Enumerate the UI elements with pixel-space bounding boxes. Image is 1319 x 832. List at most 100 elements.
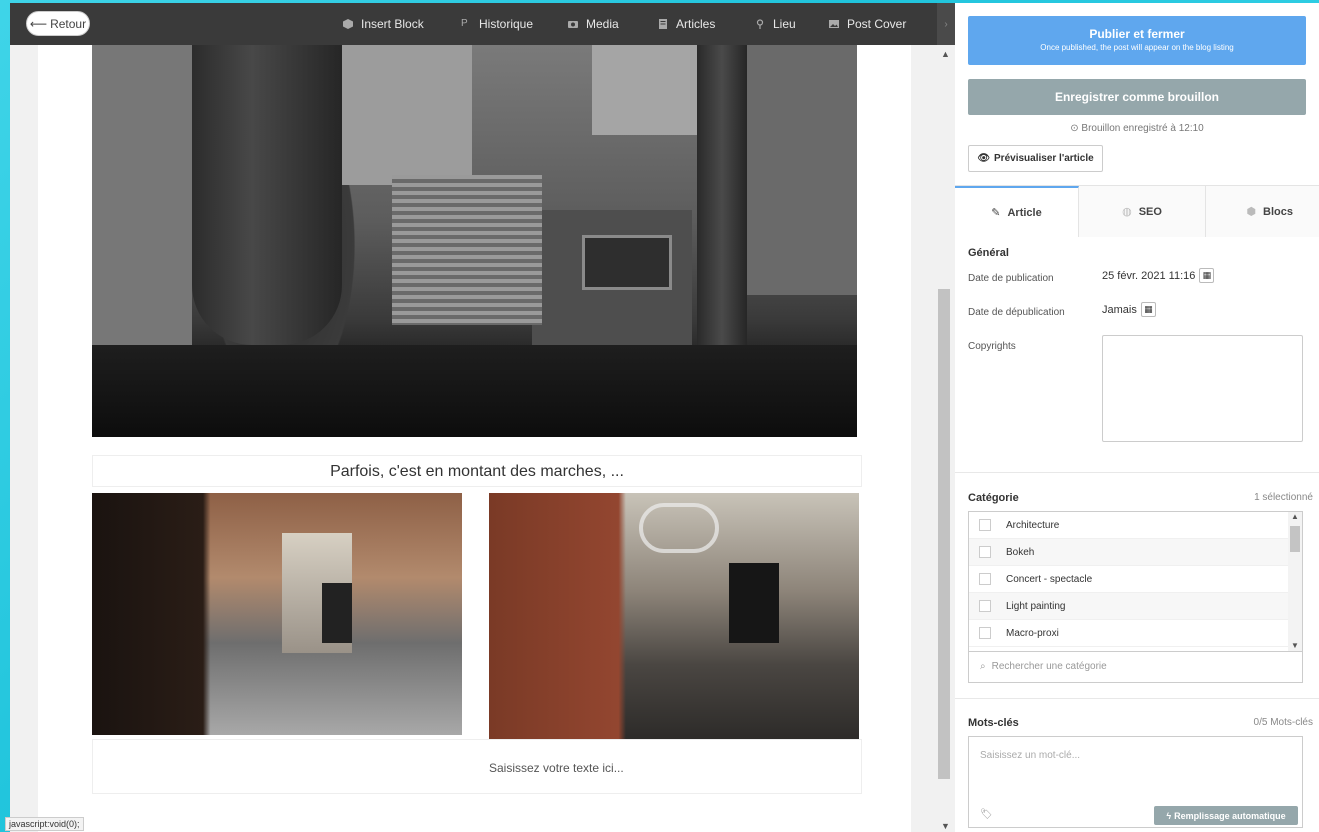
autofill-button[interactable]: ϟ Remplissage automatique: [1154, 806, 1298, 825]
category-item[interactable]: Macro-proxi: [969, 620, 1302, 647]
cube-icon: ⬢: [1246, 206, 1257, 218]
tab-seo-label: SEO: [1138, 205, 1162, 218]
eye-icon: 👁: [977, 153, 991, 164]
save-draft-button[interactable]: Enregistrer comme brouillon: [968, 79, 1306, 115]
category-item-label: Bokeh: [1006, 546, 1035, 558]
back-button[interactable]: ⟵ Retour: [26, 11, 90, 36]
arrow-left-icon: ⟵: [29, 16, 48, 31]
publish-button-subtext: Once published, the post will appear on …: [1040, 43, 1234, 52]
checkbox[interactable]: [979, 600, 991, 612]
divider: [955, 698, 1319, 699]
divider: [955, 472, 1319, 473]
tab-blocs[interactable]: ⬢ Blocs: [1206, 186, 1319, 237]
category-item[interactable]: Bokeh: [969, 539, 1302, 566]
preview-button-label: Prévisualiser l'article: [994, 153, 1094, 164]
toolbar-post-cover[interactable]: Post Cover: [829, 16, 906, 32]
checkbox[interactable]: [979, 573, 991, 585]
toolbar-media[interactable]: Media: [568, 16, 619, 32]
category-item[interactable]: Concert - spectacle: [969, 566, 1302, 593]
category-scrollbar[interactable]: ▲ ▼: [1288, 512, 1302, 651]
pencil-icon: ✎: [991, 207, 1001, 219]
publication-date-value: 25 févr. 2021 11:16: [1102, 269, 1196, 282]
unpublish-date-value: Jamais: [1102, 303, 1137, 316]
checkbox[interactable]: [979, 627, 991, 639]
globe-icon: ◍: [1122, 206, 1132, 218]
category-item-label: Macro-proxi: [1006, 627, 1059, 639]
pin-icon: [756, 19, 764, 29]
unpublish-date-field[interactable]: Jamais ▦: [1102, 302, 1156, 317]
category-item-label: Concert - spectacle: [1006, 573, 1093, 585]
search-icon: ⌕: [980, 661, 986, 672]
toolbar-chevron-right-icon[interactable]: ›: [937, 3, 955, 45]
category-item-label: Architecture: [1006, 519, 1060, 531]
camera-icon: [568, 21, 578, 28]
text-block: [92, 739, 862, 794]
toolbar-lieu[interactable]: Lieu: [755, 16, 796, 32]
section-keywords-title: Mots-clés: [968, 717, 1019, 729]
calendar-icon[interactable]: ▦: [1199, 268, 1215, 283]
scroll-thumb[interactable]: [1290, 526, 1300, 552]
draft-status: ⊙ Brouillon enregistré à 12:10: [955, 123, 1319, 134]
publication-date-field[interactable]: 25 févr. 2021 11:16 ▦: [1102, 268, 1215, 283]
main-photo[interactable]: [92, 45, 857, 437]
back-button-label: Retour: [50, 16, 87, 31]
keywords-count: 0/5 Mots-clés: [1253, 717, 1313, 728]
document-icon: [659, 19, 667, 29]
copyrights-textarea[interactable]: [1102, 335, 1303, 442]
category-selected-count: 1 sélectionné: [1254, 492, 1313, 503]
clock-icon: ⊙: [1070, 123, 1079, 134]
status-bar-url: javascript:void(0);: [5, 817, 84, 831]
post-canvas: Parfois, c'est en montant des marches, .…: [38, 45, 911, 832]
unpublish-date-label: Date de dépublication: [968, 307, 1065, 318]
publication-date-label: Date de publication: [968, 273, 1054, 284]
toolbar-historique[interactable]: P Historique: [461, 16, 533, 32]
scroll-thumb[interactable]: [938, 289, 950, 779]
section-general-title: Général: [968, 247, 1009, 259]
preview-article-button[interactable]: 👁 Prévisualiser l'article: [968, 145, 1103, 172]
toolbar-post-cover-label: Post Cover: [847, 17, 907, 31]
category-search-placeholder: Rechercher une catégorie: [991, 661, 1107, 672]
cube-icon: [343, 19, 353, 29]
toolbar-articles-label: Articles: [676, 17, 716, 31]
keywords-field[interactable]: Saisissez un mot-clé... 🏷 ϟ Remplissage …: [968, 736, 1303, 828]
editor-area: ⟵ Retour Insert Block P Historique Media…: [10, 3, 955, 832]
image-icon: [829, 20, 839, 28]
scroll-down-icon[interactable]: ▼: [941, 821, 950, 831]
editor-toolbar: ⟵ Retour Insert Block P Historique Media…: [10, 3, 955, 45]
keywords-placeholder: Saisissez un mot-clé...: [980, 750, 1081, 761]
publish-button-label: Publier et fermer: [1089, 27, 1185, 41]
right-alley-photo[interactable]: [489, 493, 859, 739]
category-item[interactable]: Light painting: [969, 593, 1302, 620]
scroll-up-icon[interactable]: ▲: [1288, 512, 1302, 521]
category-list: Architecture Bokeh Concert - spectacle L…: [968, 511, 1303, 652]
publish-close-button[interactable]: Publier et fermer Once published, the po…: [968, 16, 1306, 65]
toolbar-media-label: Media: [586, 17, 619, 31]
toolbar-articles[interactable]: Articles: [658, 16, 715, 32]
category-item[interactable]: Architecture: [969, 512, 1302, 539]
scroll-up-icon[interactable]: ▲: [941, 49, 950, 59]
tab-article[interactable]: ✎ Article: [955, 186, 1079, 237]
tag-icon: 🏷: [980, 809, 993, 820]
category-search-input[interactable]: ⌕ Rechercher une catégorie: [968, 651, 1303, 683]
settings-panel: Publier et fermer Once published, the po…: [955, 3, 1319, 832]
image-text-input[interactable]: Saisissez votre texte ici...: [489, 761, 624, 775]
tab-seo[interactable]: ◍ SEO: [1079, 186, 1206, 237]
scroll-down-icon[interactable]: ▼: [1291, 641, 1299, 650]
category-item-label: Light painting: [1006, 600, 1066, 612]
toolbar-insert-block[interactable]: Insert Block: [343, 16, 424, 32]
panel-tabs: ✎ Article ◍ SEO ⬢ Blocs: [955, 185, 1319, 237]
bolt-icon: ϟ: [1166, 810, 1172, 821]
tab-article-label: Article: [1007, 206, 1042, 219]
checkbox[interactable]: [979, 519, 991, 531]
toolbar-historique-label: Historique: [479, 17, 534, 31]
editor-scrollbar[interactable]: ▲ ▼: [935, 45, 955, 832]
toolbar-insert-block-label: Insert Block: [361, 17, 424, 31]
photo-caption[interactable]: Parfois, c'est en montant des marches, .…: [92, 455, 862, 487]
tab-blocs-label: Blocs: [1263, 205, 1293, 218]
calendar-icon[interactable]: ▦: [1140, 302, 1156, 317]
toolbar-lieu-label: Lieu: [773, 17, 796, 31]
autofill-button-label: Remplissage automatique: [1174, 810, 1286, 821]
checkbox[interactable]: [979, 546, 991, 558]
copyrights-label: Copyrights: [968, 341, 1016, 352]
left-alley-photo[interactable]: [92, 493, 462, 735]
